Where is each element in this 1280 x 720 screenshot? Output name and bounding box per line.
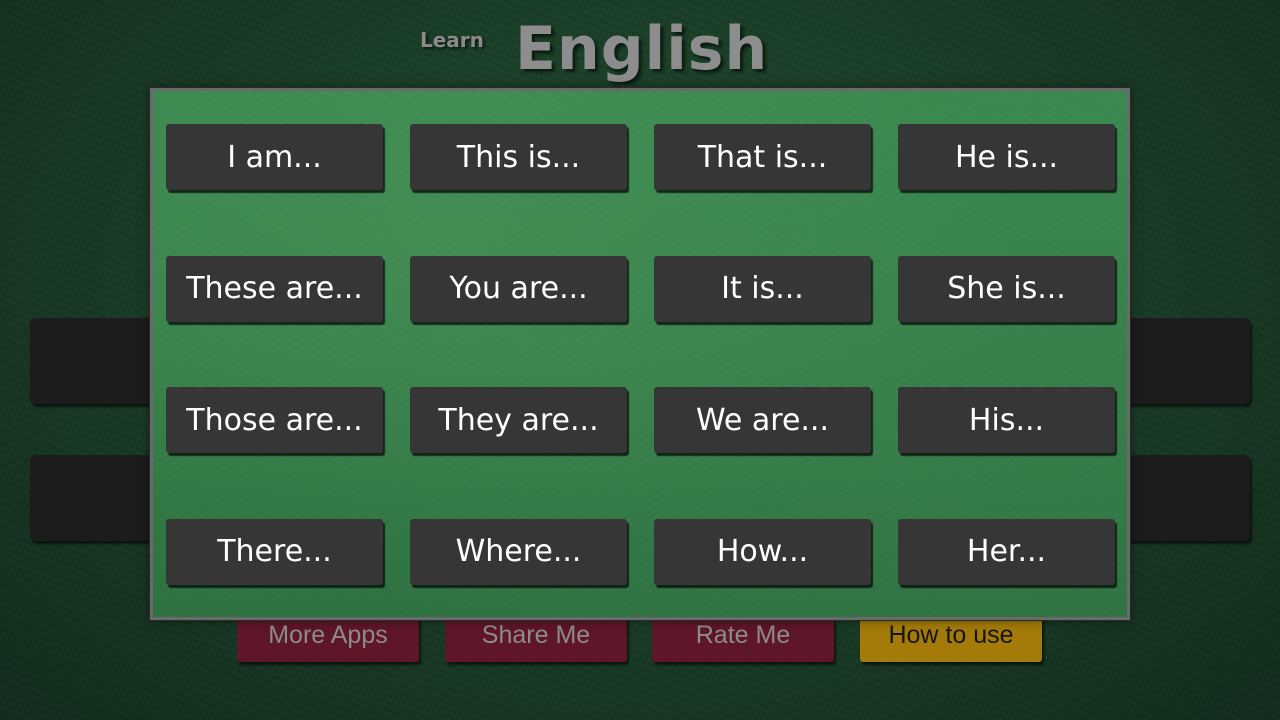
phrase-button-those-are[interactable]: Those are...	[166, 387, 383, 453]
phrase-selection-modal: I am... This is... That is... He is... T…	[149, 87, 1131, 621]
phrase-button-where[interactable]: Where...	[410, 518, 627, 585]
phrase-button-his[interactable]: His...	[898, 387, 1115, 453]
phrase-grid: I am... This is... That is... He is... T…	[166, 124, 1115, 585]
phrase-button-he-is[interactable]: He is...	[898, 124, 1115, 190]
phrase-button-her[interactable]: Her...	[898, 518, 1115, 585]
title-learn: Learn	[420, 28, 484, 52]
phrase-button-these-are[interactable]: These are...	[166, 255, 383, 322]
app-title: English	[515, 14, 769, 84]
phrase-button-they-are[interactable]: They are...	[410, 387, 627, 453]
phrase-button-i-am[interactable]: I am...	[166, 124, 383, 190]
phrase-button-you-are[interactable]: You are...	[410, 255, 627, 322]
phrase-button-we-are[interactable]: We are...	[654, 387, 871, 453]
phrase-button-this-is[interactable]: This is...	[410, 124, 627, 190]
phrase-button-how[interactable]: How...	[654, 518, 871, 585]
phrase-button-there[interactable]: There...	[166, 518, 383, 585]
phrase-button-it-is[interactable]: It is...	[654, 255, 871, 322]
phrase-button-she-is[interactable]: She is...	[898, 255, 1115, 322]
phrase-button-that-is[interactable]: That is...	[654, 124, 871, 190]
